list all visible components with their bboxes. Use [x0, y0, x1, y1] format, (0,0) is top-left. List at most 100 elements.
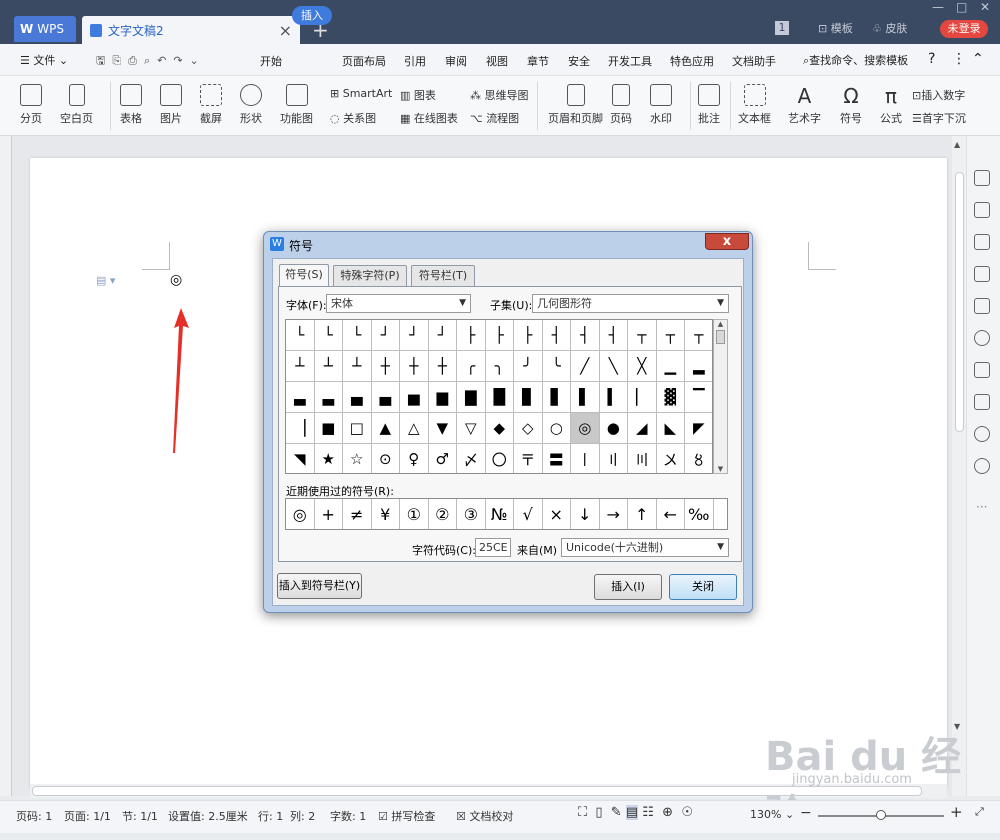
spell-check-button[interactable]: ☑ 拼写检查	[378, 808, 435, 824]
symbol-cell[interactable]: └	[343, 320, 372, 351]
symbol-cell[interactable]: ╱	[571, 351, 600, 382]
symbol-cell[interactable]: 〆	[457, 444, 486, 473]
online-chart-button[interactable]: ▦ 在线图表	[400, 110, 458, 126]
recent-symbol-cell[interactable]: ◎	[286, 499, 315, 529]
symbol-cell[interactable]: ▓	[656, 382, 685, 413]
symbol-cell[interactable]: 〥	[685, 444, 712, 473]
symbol-cell[interactable]: ▔	[685, 382, 712, 413]
symbol-cell[interactable]: ▃	[286, 382, 315, 413]
insert-number-button[interactable]: ⊡插入数字	[912, 87, 965, 103]
page-break-button[interactable]: 分页	[20, 84, 42, 126]
symbol-cell[interactable]: ╳	[628, 351, 657, 382]
symbol-cell[interactable]: ▲	[371, 413, 400, 444]
symbol-cell[interactable]: 〣	[628, 444, 657, 473]
subset-select[interactable]: 几何图形符 ▼	[532, 294, 729, 313]
recent-symbol-cell[interactable]: ↓	[571, 499, 600, 529]
symbol-cell[interactable]: ◢	[628, 413, 657, 444]
proofread-button[interactable]: ☒ 文档校对	[456, 808, 513, 824]
drop-cap-button[interactable]: ☰首字下沉	[912, 110, 966, 126]
symbol-cell[interactable]: ┴	[343, 351, 372, 382]
close-window-icon[interactable]: ✕	[980, 0, 990, 14]
symbol-cell[interactable]: ▌	[571, 382, 600, 413]
scroll-up-icon[interactable]: ▲	[714, 320, 727, 328]
vertical-scroll-thumb[interactable]	[955, 172, 964, 432]
skin-button[interactable]: ♧ 皮肤	[872, 20, 907, 36]
more-dots-icon[interactable]: ···	[976, 500, 987, 514]
recent-symbol-cell[interactable]: ②	[429, 499, 457, 529]
quick-access-icons[interactable]: 🖫 ⎘ ⎙ ⌕ ↶ ↷ ⌄	[96, 52, 199, 71]
help-icon[interactable]: ?	[928, 51, 935, 67]
symbol-cell[interactable]: ▽	[457, 413, 486, 444]
recent-symbol-cell[interactable]: №	[486, 499, 514, 529]
template-button[interactable]: ⊡ 模板	[818, 20, 853, 36]
menu-page-layout[interactable]: 页面布局	[342, 53, 386, 69]
zoom-in-button[interactable]: +	[950, 803, 963, 821]
symbol-cell[interactable]: ▍	[599, 382, 628, 413]
symbol-cell[interactable]: ┬	[685, 320, 712, 351]
recent-symbol-cell[interactable]: ¥	[372, 499, 400, 529]
menu-review[interactable]: 审阅	[445, 53, 467, 69]
symbol-cell[interactable]: 〤	[657, 444, 685, 473]
table-button[interactable]: 表格	[120, 84, 142, 126]
symbol-cell[interactable]: ╲	[599, 351, 628, 382]
symbol-cell[interactable]: ┘	[428, 320, 457, 351]
recent-symbol-cell[interactable]: ‰	[685, 499, 714, 529]
symbol-cell[interactable]: ▅	[400, 382, 429, 413]
symbol-cell[interactable]: ▋	[542, 382, 571, 413]
tab-symbol[interactable]: 符号(S)	[279, 264, 329, 286]
symbol-cell[interactable]: ▆	[428, 382, 457, 413]
menu-chapter[interactable]: 章节	[527, 53, 549, 69]
symbol-cell[interactable]: └	[286, 320, 315, 351]
zoom-out-button[interactable]: −	[800, 805, 812, 821]
symbol-grid-scrollbar[interactable]: ▲ ▼	[713, 319, 728, 474]
symbol-cell[interactable]: ┼	[371, 351, 400, 382]
relation-chart-button[interactable]: ◌ 关系图	[330, 110, 376, 126]
insert-button[interactable]: 插入(I)	[594, 574, 662, 600]
symbol-cell[interactable]: └	[314, 320, 343, 351]
symbol-cell[interactable]: 〓	[543, 444, 571, 473]
document-tab[interactable]: 文字文稿2 ×	[82, 16, 300, 44]
fullscreen-icon[interactable]: ⤢	[975, 805, 984, 819]
menu-reference[interactable]: 引用	[404, 53, 426, 69]
cursor-icon[interactable]	[974, 202, 990, 218]
symbol-cell[interactable]: ╰	[542, 351, 571, 382]
wps-home-tab[interactable]: W WPS	[14, 16, 76, 42]
paragraph-layout-icon[interactable]: ▤ ▾	[96, 274, 115, 287]
symbol-cell[interactable]: ▂	[685, 351, 712, 382]
scroll-down-icon[interactable]: ▼	[714, 465, 727, 473]
symbol-cell[interactable]: ├	[485, 320, 514, 351]
recent-symbol-cell[interactable]: ×	[543, 499, 571, 529]
maximize-icon[interactable]: □	[956, 0, 967, 14]
symbol-cell[interactable]: ▊	[514, 382, 543, 413]
symbol-cell[interactable]: ▼	[428, 413, 457, 444]
formula-button[interactable]: π 公式	[880, 84, 902, 126]
scroll-up-icon[interactable]: ▲	[954, 140, 960, 149]
insert-to-symbol-bar-button[interactable]: 插入到符号栏(Y)	[277, 573, 362, 599]
header-footer-button[interactable]: 页眉和页脚	[548, 84, 603, 126]
recent-symbol-cell[interactable]: ①	[400, 499, 429, 529]
shapes-icon[interactable]	[974, 234, 990, 250]
gallery-icon[interactable]	[974, 298, 990, 314]
symbol-cell[interactable]: ◣	[656, 413, 685, 444]
blank-page-button[interactable]: 空白页	[60, 84, 93, 126]
symbol-cell[interactable]: ├	[514, 320, 543, 351]
symbol-cell[interactable]: ╮	[485, 351, 514, 382]
recent-symbol-cell[interactable]: ≠	[343, 499, 372, 529]
symbol-cell[interactable]: ○	[542, 413, 571, 444]
shape-button[interactable]: 形状	[240, 84, 262, 126]
symbol-cell[interactable]: █	[485, 382, 514, 413]
recent-symbol-cell[interactable]: →	[600, 499, 628, 529]
symbol-cell[interactable]: ■	[314, 413, 343, 444]
zoom-slider-thumb[interactable]	[876, 810, 886, 820]
menu-features[interactable]: 特色应用	[670, 53, 714, 69]
symbol-cell[interactable]: ☆	[343, 444, 372, 473]
symbol-cell[interactable]: ◆	[485, 413, 514, 444]
menu-security[interactable]: 安全	[568, 53, 590, 69]
menu-developer[interactable]: 开发工具	[608, 53, 652, 69]
screenshot-button[interactable]: 截屏	[200, 84, 222, 126]
tab-symbol-bar[interactable]: 符号栏(T)	[411, 265, 475, 286]
search-command[interactable]: ⌕查找命令、搜索模板	[803, 52, 908, 68]
scroll-thumb[interactable]	[716, 330, 725, 344]
char-code-input[interactable]: 25CE	[475, 538, 511, 557]
symbol-cell[interactable]: ▏	[628, 382, 657, 413]
